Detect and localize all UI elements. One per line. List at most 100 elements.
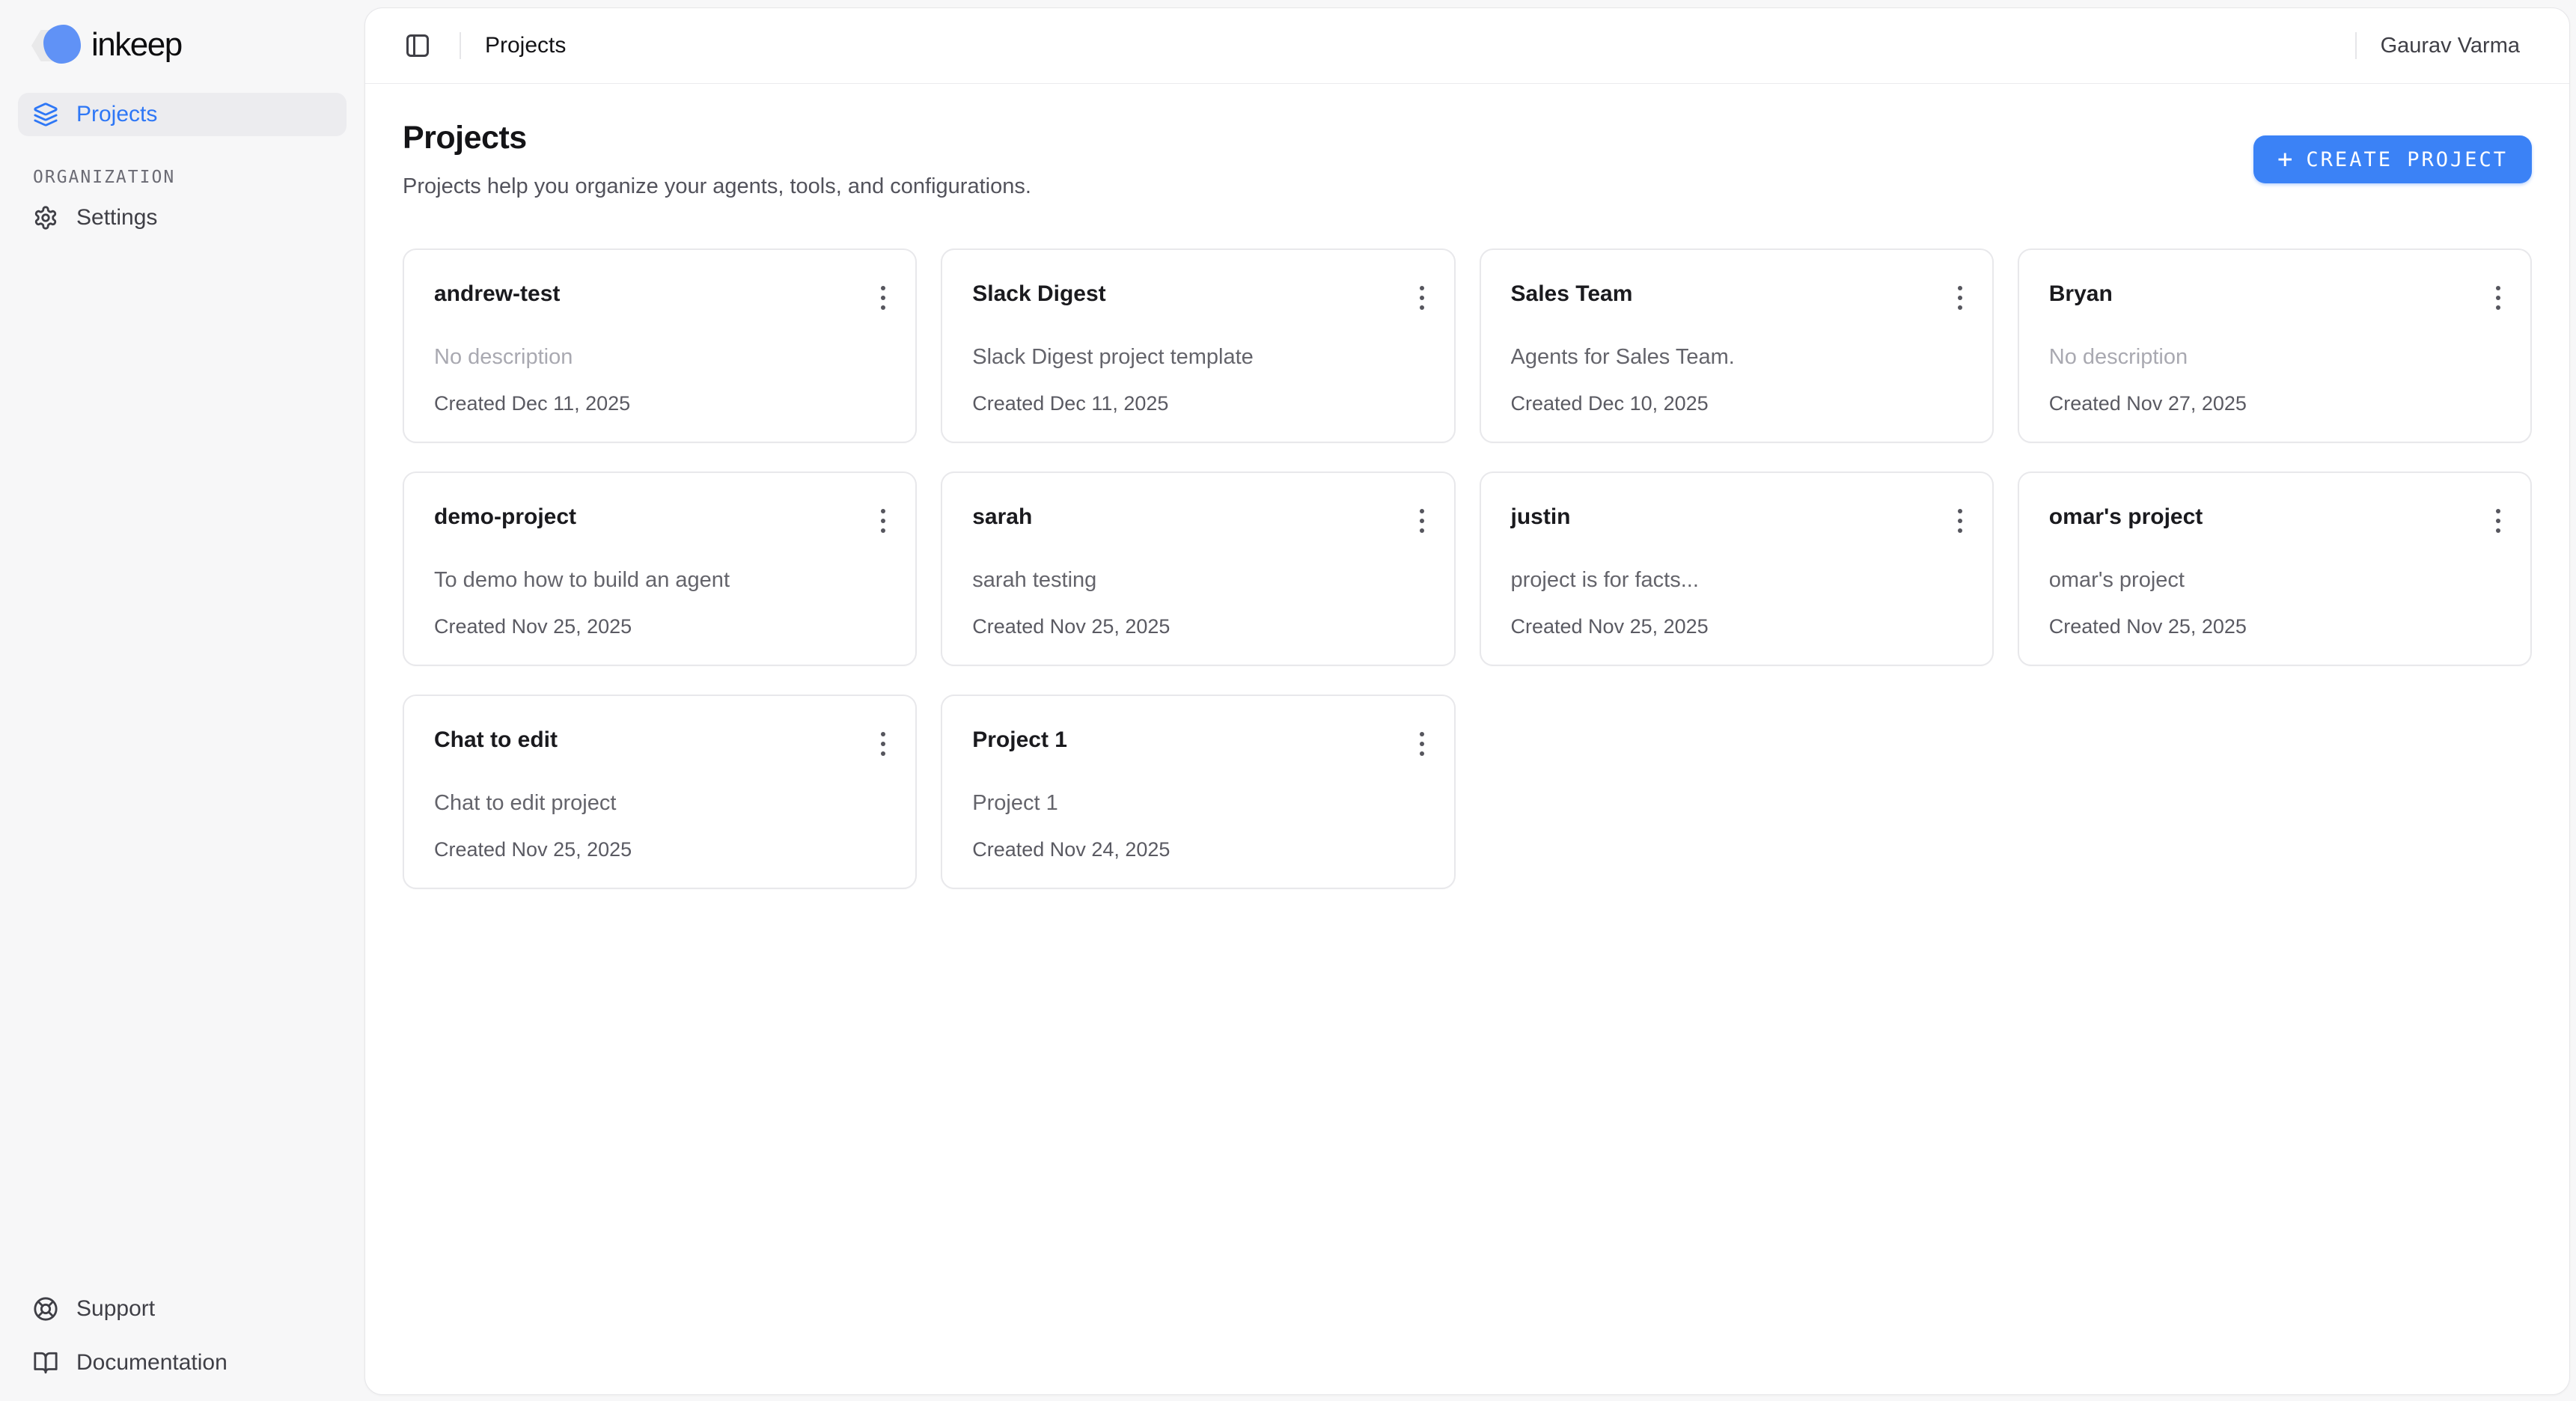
kebab-dot-icon — [1420, 528, 1424, 533]
kebab-menu-button[interactable] — [1415, 281, 1429, 314]
plus-icon: + — [2277, 147, 2292, 172]
project-created-date: Created Dec 10, 2025 — [1511, 391, 1967, 416]
kebab-dot-icon — [1420, 742, 1424, 746]
page-content: Projects Projects help you organize your… — [365, 84, 2569, 1394]
project-name: Chat to edit — [434, 726, 558, 754]
sidebar-item-label: Support — [76, 1296, 155, 1322]
header-divider — [2355, 32, 2357, 59]
sidebar-toggle-button[interactable] — [400, 28, 436, 64]
sidebar-section-organization: ORGANIZATION — [18, 168, 347, 187]
kebab-menu-button[interactable] — [876, 727, 890, 760]
project-name: Bryan — [2049, 280, 2113, 308]
kebab-dot-icon — [1420, 751, 1424, 756]
kebab-dot-icon — [1958, 286, 1962, 290]
page-head: Projects Projects help you organize your… — [403, 120, 2532, 199]
kebab-dot-icon — [2496, 286, 2500, 290]
kebab-dot-icon — [881, 528, 885, 533]
kebab-menu-button[interactable] — [1415, 504, 1429, 537]
project-card[interactable]: omar's project omar's project Created No… — [2018, 471, 2532, 666]
kebab-dot-icon — [1420, 732, 1424, 736]
sidebar-item-support[interactable]: Support — [18, 1287, 347, 1331]
kebab-menu-button[interactable] — [876, 504, 890, 537]
kebab-dot-icon — [881, 296, 885, 300]
project-card[interactable]: demo-project To demo how to build an age… — [403, 471, 917, 666]
project-created-date: Created Nov 25, 2025 — [434, 837, 890, 862]
project-created-date: Created Dec 11, 2025 — [972, 391, 1428, 416]
kebab-dot-icon — [1958, 296, 1962, 300]
project-card[interactable]: sarah sarah testing Created Nov 25, 2025 — [941, 471, 1455, 666]
sidebar: inkeep Projects ORGANIZATION Settings — [0, 0, 364, 1401]
create-project-button[interactable]: + CREATE PROJECT — [2253, 135, 2532, 183]
kebab-dot-icon — [1420, 305, 1424, 310]
kebab-dot-icon — [881, 732, 885, 736]
project-description: No description — [434, 344, 890, 370]
sidebar-item-label: Projects — [76, 102, 157, 127]
kebab-dot-icon — [881, 519, 885, 523]
kebab-dot-icon — [1958, 305, 1962, 310]
project-description: Agents for Sales Team. — [1511, 344, 1967, 370]
kebab-dot-icon — [1958, 519, 1962, 523]
project-name: Project 1 — [972, 726, 1067, 754]
project-card-header: Sales Team — [1511, 280, 1967, 314]
project-card-header: Bryan — [2049, 280, 2505, 314]
project-description: omar's project — [2049, 567, 2505, 593]
projects-grid: andrew-test No description Created Dec 1… — [403, 248, 2532, 889]
sidebar-nav: Projects ORGANIZATION Settings — [18, 93, 347, 239]
project-name: justin — [1511, 503, 1571, 531]
project-card-header: demo-project — [434, 503, 890, 537]
kebab-dot-icon — [1958, 528, 1962, 533]
project-created-date: Created Nov 27, 2025 — [2049, 391, 2505, 416]
project-description: sarah testing — [972, 567, 1428, 593]
project-name: Sales Team — [1511, 280, 1633, 308]
project-card-header: sarah — [972, 503, 1428, 537]
project-created-date: Created Dec 11, 2025 — [434, 391, 890, 416]
kebab-menu-button[interactable] — [2491, 281, 2505, 314]
kebab-menu-button[interactable] — [876, 281, 890, 314]
project-card-header: andrew-test — [434, 280, 890, 314]
sidebar-item-projects[interactable]: Projects — [18, 93, 347, 136]
kebab-dot-icon — [1958, 509, 1962, 513]
kebab-dot-icon — [2496, 296, 2500, 300]
sidebar-item-label: Documentation — [76, 1350, 228, 1376]
project-card[interactable]: justin project is for facts... Created N… — [1480, 471, 1994, 666]
project-description: Chat to edit project — [434, 790, 890, 816]
project-card[interactable]: andrew-test No description Created Dec 1… — [403, 248, 917, 443]
header: Projects Gaurav Varma — [365, 8, 2569, 84]
kebab-menu-button[interactable] — [1953, 281, 1967, 314]
kebab-menu-button[interactable] — [2491, 504, 2505, 537]
sidebar-item-documentation[interactable]: Documentation — [18, 1341, 347, 1385]
project-created-date: Created Nov 25, 2025 — [434, 614, 890, 639]
project-card[interactable]: Sales Team Agents for Sales Team. Create… — [1480, 248, 1994, 443]
project-card-header: Slack Digest — [972, 280, 1428, 314]
project-created-date: Created Nov 25, 2025 — [2049, 614, 2505, 639]
kebab-dot-icon — [1420, 519, 1424, 523]
kebab-menu-button[interactable] — [1415, 727, 1429, 760]
user-menu[interactable]: Gaurav Varma — [2381, 34, 2520, 58]
project-description: Project 1 — [972, 790, 1428, 816]
kebab-dot-icon — [2496, 509, 2500, 513]
kebab-dot-icon — [881, 751, 885, 756]
main-panel: Projects Gaurav Varma Projects Projects … — [364, 7, 2570, 1395]
brand-logo[interactable]: inkeep — [18, 22, 347, 67]
sidebar-item-settings[interactable]: Settings — [18, 196, 347, 239]
project-name: Slack Digest — [972, 280, 1105, 308]
project-created-date: Created Nov 24, 2025 — [972, 837, 1428, 862]
project-created-date: Created Nov 25, 2025 — [1511, 614, 1967, 639]
project-name: sarah — [972, 503, 1032, 531]
project-card-header: justin — [1511, 503, 1967, 537]
project-card[interactable]: Bryan No description Created Nov 27, 202… — [2018, 248, 2532, 443]
kebab-dot-icon — [881, 286, 885, 290]
sidebar-item-label: Settings — [76, 205, 157, 231]
gear-icon — [33, 205, 58, 231]
project-card[interactable]: Project 1 Project 1 Created Nov 24, 2025 — [941, 695, 1455, 889]
sidebar-footer: Support Documentation — [18, 1287, 347, 1385]
project-card-header: Project 1 — [972, 726, 1428, 760]
project-card[interactable]: Slack Digest Slack Digest project templa… — [941, 248, 1455, 443]
kebab-dot-icon — [881, 742, 885, 746]
kebab-menu-button[interactable] — [1953, 504, 1967, 537]
layers-icon — [33, 102, 58, 127]
project-card[interactable]: Chat to edit Chat to edit project Create… — [403, 695, 917, 889]
project-description: No description — [2049, 344, 2505, 370]
kebab-dot-icon — [881, 305, 885, 310]
project-name: omar's project — [2049, 503, 2203, 531]
